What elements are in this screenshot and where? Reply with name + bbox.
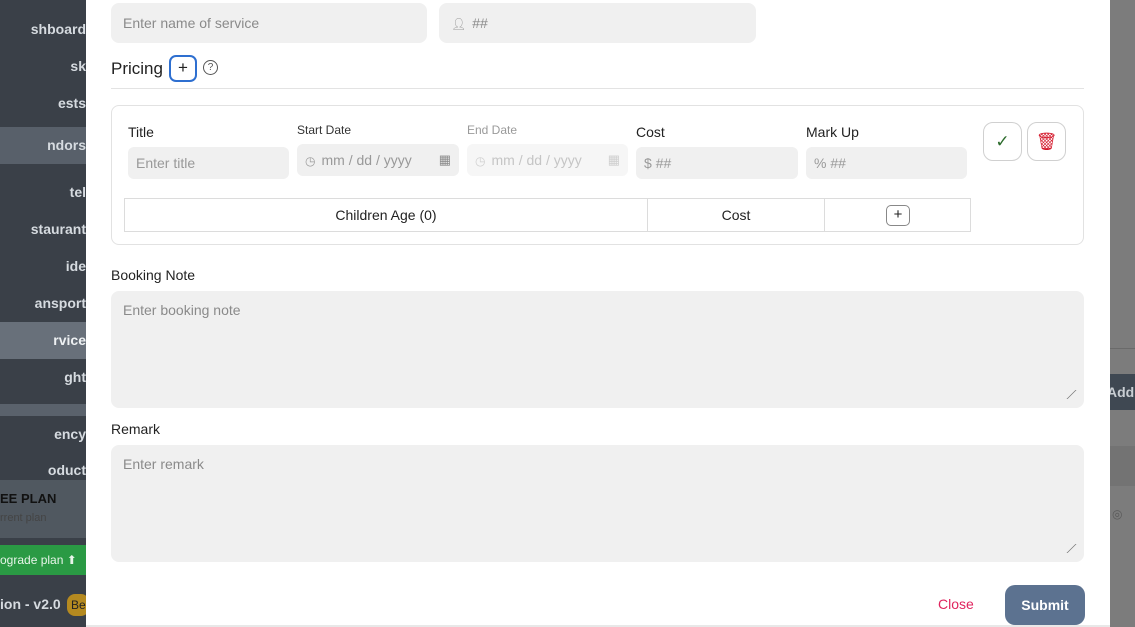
sidebar-item-dashboard[interactable]: shboard [0,11,86,48]
title-label: Title [128,124,154,140]
currency-prefix: $ [644,155,652,171]
sidebar-item-agency[interactable]: ency [0,416,86,453]
add-pricing-button[interactable]: + [169,55,197,82]
background-content [1110,0,1135,627]
markup-input[interactable]: % ## [806,147,967,179]
background-divider [1110,348,1135,349]
cost-input[interactable]: $ ## [636,147,798,179]
plan-card [0,480,86,538]
sidebar-item-requests[interactable]: ests [0,85,86,122]
sidebar-item-restaurant[interactable]: staurant [0,211,86,248]
trash-icon: 🗑︎ [1035,132,1058,151]
sidebar-item-hotel[interactable]: tel [0,174,86,211]
confirm-pricing-button[interactable]: ✓ [983,122,1022,161]
add-child-age-button[interactable]: + [886,205,910,226]
title-input[interactable]: Enter title [128,147,289,179]
version-label: ion - v2.0 [0,596,61,612]
camera-icon: ◎ [1112,507,1123,521]
booking-note-label: Booking Note [111,267,196,283]
calendar-icon[interactable]: ▦ [439,144,451,176]
service-name-input[interactable]: Enter name of service [111,3,427,43]
remark-textarea[interactable]: Enter remark [111,445,1084,562]
sidebar-item-product[interactable]: oduct [0,455,86,475]
start-date-label: Start Date [297,123,352,137]
percent-prefix: % [814,155,827,171]
sidebar-item-guide[interactable]: ide [0,248,86,285]
plan-title: EE PLAN [0,491,57,506]
pricing-label: Pricing [111,59,163,78]
plus-icon: + [893,206,903,223]
start-date-input[interactable]: ◷ mm / dd / yyyy ▦ [297,144,459,176]
sidebar-divider [0,404,86,416]
sidebar-item-transport[interactable]: ansport [0,285,86,322]
booking-note-textarea[interactable]: Enter booking note [111,291,1084,408]
resize-handle[interactable] [1058,544,1077,553]
close-button[interactable]: Close [938,596,974,612]
pricing-divider [111,88,1084,89]
calendar-icon: ▦ [607,152,620,167]
beta-badge: Be [67,594,86,616]
remark-label: Remark [111,421,161,437]
sidebar-item-task[interactable]: sk [0,48,86,85]
resize-handle[interactable] [1058,390,1077,399]
plus-icon: + [178,58,188,77]
background-row [1110,446,1135,486]
clock-icon: ◷ [305,154,316,168]
children-age-table: Children Age (0) Cost + [124,198,971,232]
help-icon[interactable]: ? [203,60,218,75]
clock-icon: ◷ [475,154,486,168]
sidebar: shboard sk ests ndors tel staurant ide a… [0,0,86,627]
upgrade-icon: ⬆ [66,553,77,567]
cost-label: Cost [636,124,665,140]
sidebar-section-vendors[interactable]: ndors [0,127,86,164]
sidebar-item-flight[interactable]: ght [0,359,86,396]
sidebar-item-service[interactable]: rvice [0,322,86,359]
end-date-input: ◷ mm / dd / yyyy ▦ [467,144,628,176]
children-cost-header: Cost [648,199,825,231]
person-icon: 👤︎ [451,17,467,31]
markup-label: Mark Up [806,124,859,140]
delete-pricing-button[interactable]: 🗑︎ [1027,122,1066,161]
end-date-label: End Date [467,123,518,137]
submit-button[interactable]: Submit [1005,585,1085,625]
check-icon: ✓ [995,132,1010,151]
pax-input[interactable]: 👤︎ ## [439,3,756,43]
children-age-header: Children Age (0) [125,199,648,231]
plan-subtitle: rrent plan [0,512,47,524]
upgrade-plan-button[interactable]: ograde plan ⬆ [0,545,86,575]
